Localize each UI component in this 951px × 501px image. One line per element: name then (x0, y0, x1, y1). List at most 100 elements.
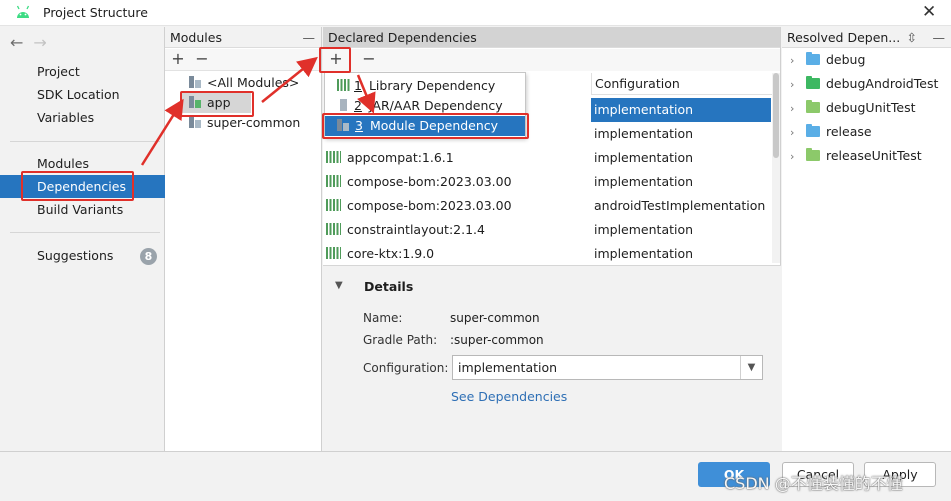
variant-item-release[interactable]: › release (782, 120, 872, 144)
forward-arrow-icon[interactable]: → (33, 33, 46, 52)
minimize-icon[interactable]: — (933, 27, 946, 48)
menu-item-library-dependency[interactable]: 1 Library Dependency (325, 76, 525, 96)
dependency-name: compose-bom:2023.03.00 (347, 174, 512, 189)
dependency-name: appcompat:1.6.1 (347, 150, 454, 165)
folder-icon (806, 76, 820, 89)
configuration-select[interactable]: implementation ▼ (452, 355, 763, 380)
name-label: Name: (363, 311, 403, 325)
module-item-all[interactable]: <All Modules> (189, 73, 299, 93)
resolved-header: Resolved Depen... ⇳ — (782, 27, 951, 48)
nav-divider (10, 232, 160, 233)
variant-item-debug-unit-test[interactable]: › debugUnitTest (782, 96, 915, 120)
nav-arrows: ← → (10, 33, 57, 52)
variant-item-release-unit-test[interactable]: › releaseUnitTest (782, 144, 922, 168)
menu-label: JAR/AAR Dependency (368, 98, 503, 113)
dependencies-toolbar: + − (323, 49, 780, 71)
variant-item-debug-android-test[interactable]: › debugAndroidTest (782, 72, 938, 96)
dependency-name: constraintlayout:2.1.4 (347, 222, 485, 237)
table-row[interactable]: compose-bom:2023.03.00 androidTestImplem… (323, 194, 772, 218)
dependency-configuration: implementation (594, 174, 694, 189)
nav-divider (10, 141, 160, 142)
variant-label: releaseUnitTest (826, 148, 922, 163)
left-nav: ← → Project SDK Location Variables Module… (0, 27, 165, 451)
nav-item-build-variants[interactable]: Build Variants (0, 198, 165, 221)
folder-icon (806, 52, 820, 65)
annotation-box-module-dependency (322, 113, 529, 139)
folder-icon (806, 148, 820, 161)
annotation-box-dependencies (21, 171, 134, 201)
nav-item-suggestions[interactable]: Suggestions 8 (0, 244, 165, 267)
dependency-name: compose-bom:2023.03.00 (347, 198, 512, 213)
modules-toolbar: + − (165, 49, 321, 71)
nav-item-project[interactable]: Project (0, 60, 165, 83)
configuration-select-value: implementation (458, 360, 558, 375)
title-bar: Project Structure ✕ (0, 0, 951, 26)
watermark-text: CSDN @不懂装懂的不懂 (724, 474, 903, 493)
modules-title: Modules (170, 30, 222, 45)
chevron-right-icon[interactable]: › (782, 145, 806, 169)
collapse-arrow-icon[interactable]: ▼ (335, 280, 343, 291)
chevron-right-icon[interactable]: › (782, 97, 806, 121)
module-icon (189, 76, 202, 88)
details-title: Details (364, 279, 414, 294)
dependency-configuration: androidTestImplementation (594, 198, 766, 213)
dependencies-title: Declared Dependencies (328, 30, 477, 45)
nav-item-variables[interactable]: Variables (0, 106, 165, 129)
window-title: Project Structure (43, 5, 148, 20)
library-icon (337, 79, 350, 91)
variant-label: debug (826, 52, 866, 67)
chevron-right-icon[interactable]: › (782, 121, 806, 145)
scrollbar-thumb[interactable] (773, 73, 779, 158)
table-row[interactable]: constraintlayout:2.1.4 implementation (323, 218, 772, 242)
collapse-all-icon[interactable]: ⇳ (907, 27, 917, 48)
remove-dependency-button[interactable]: − (360, 49, 378, 69)
vertical-scrollbar[interactable] (772, 73, 780, 263)
resolved-dependencies-pane: Resolved Depen... ⇳ — › debug › debugAndro… (782, 27, 951, 451)
name-value: super-common (450, 311, 540, 325)
annotation-box-add (319, 47, 351, 73)
chevron-right-icon[interactable]: › (782, 73, 806, 97)
see-dependencies-link[interactable]: See Dependencies (451, 389, 567, 404)
close-icon[interactable]: ✕ (922, 2, 936, 22)
table-row[interactable]: appcompat:1.6.1 implementation (323, 146, 772, 170)
variant-label: debugUnitTest (826, 100, 916, 115)
library-icon (326, 247, 341, 259)
add-module-button[interactable]: + (169, 49, 187, 69)
details-panel: ▼ Details Name: super-common Gradle Path… (323, 265, 781, 451)
table-row[interactable]: core-ktx:1.9.0 implementation (323, 242, 772, 266)
library-icon (326, 199, 341, 211)
dependency-configuration: implementation (594, 246, 694, 261)
library-icon (326, 175, 341, 187)
jar-icon (340, 99, 347, 111)
annotation-box-app (180, 91, 254, 117)
configuration-column-header[interactable]: Configuration (591, 73, 772, 95)
chevron-down-icon[interactable]: ▼ (740, 356, 762, 379)
gradle-path-value: :super-common (450, 333, 544, 347)
configuration-label: Configuration: (363, 361, 449, 375)
menu-mnemonic: 1 (354, 78, 362, 93)
dependency-name: core-ktx:1.9.0 (347, 246, 435, 261)
menu-mnemonic: 2 (354, 98, 362, 113)
remove-module-button[interactable]: − (193, 49, 211, 69)
dependencies-header: Declared Dependencies (323, 27, 780, 48)
android-logo-icon (16, 5, 30, 18)
table-row[interactable]: compose-bom:2023.03.00 implementation (323, 170, 772, 194)
back-arrow-icon[interactable]: ← (10, 33, 23, 52)
library-icon (326, 223, 341, 235)
variant-label: debugAndroidTest (826, 76, 939, 91)
nav-item-sdk-location[interactable]: SDK Location (0, 83, 165, 106)
dependency-configuration: implementation (594, 126, 694, 141)
dependency-configuration: implementation (594, 150, 694, 165)
suggestions-label: Suggestions (37, 248, 114, 263)
module-label: <All Modules> (207, 75, 300, 90)
minimize-icon[interactable]: — (303, 27, 316, 48)
menu-label: Library Dependency (368, 78, 496, 93)
variant-label: release (826, 124, 872, 139)
variant-item-debug[interactable]: › debug (782, 48, 865, 72)
gradle-path-label: Gradle Path: (363, 333, 438, 347)
resolved-title: Resolved Depen... (787, 30, 901, 45)
library-icon (326, 151, 341, 163)
dependency-configuration: implementation (591, 98, 771, 122)
suggestions-count-badge: 8 (140, 248, 157, 265)
chevron-right-icon[interactable]: › (782, 49, 806, 73)
